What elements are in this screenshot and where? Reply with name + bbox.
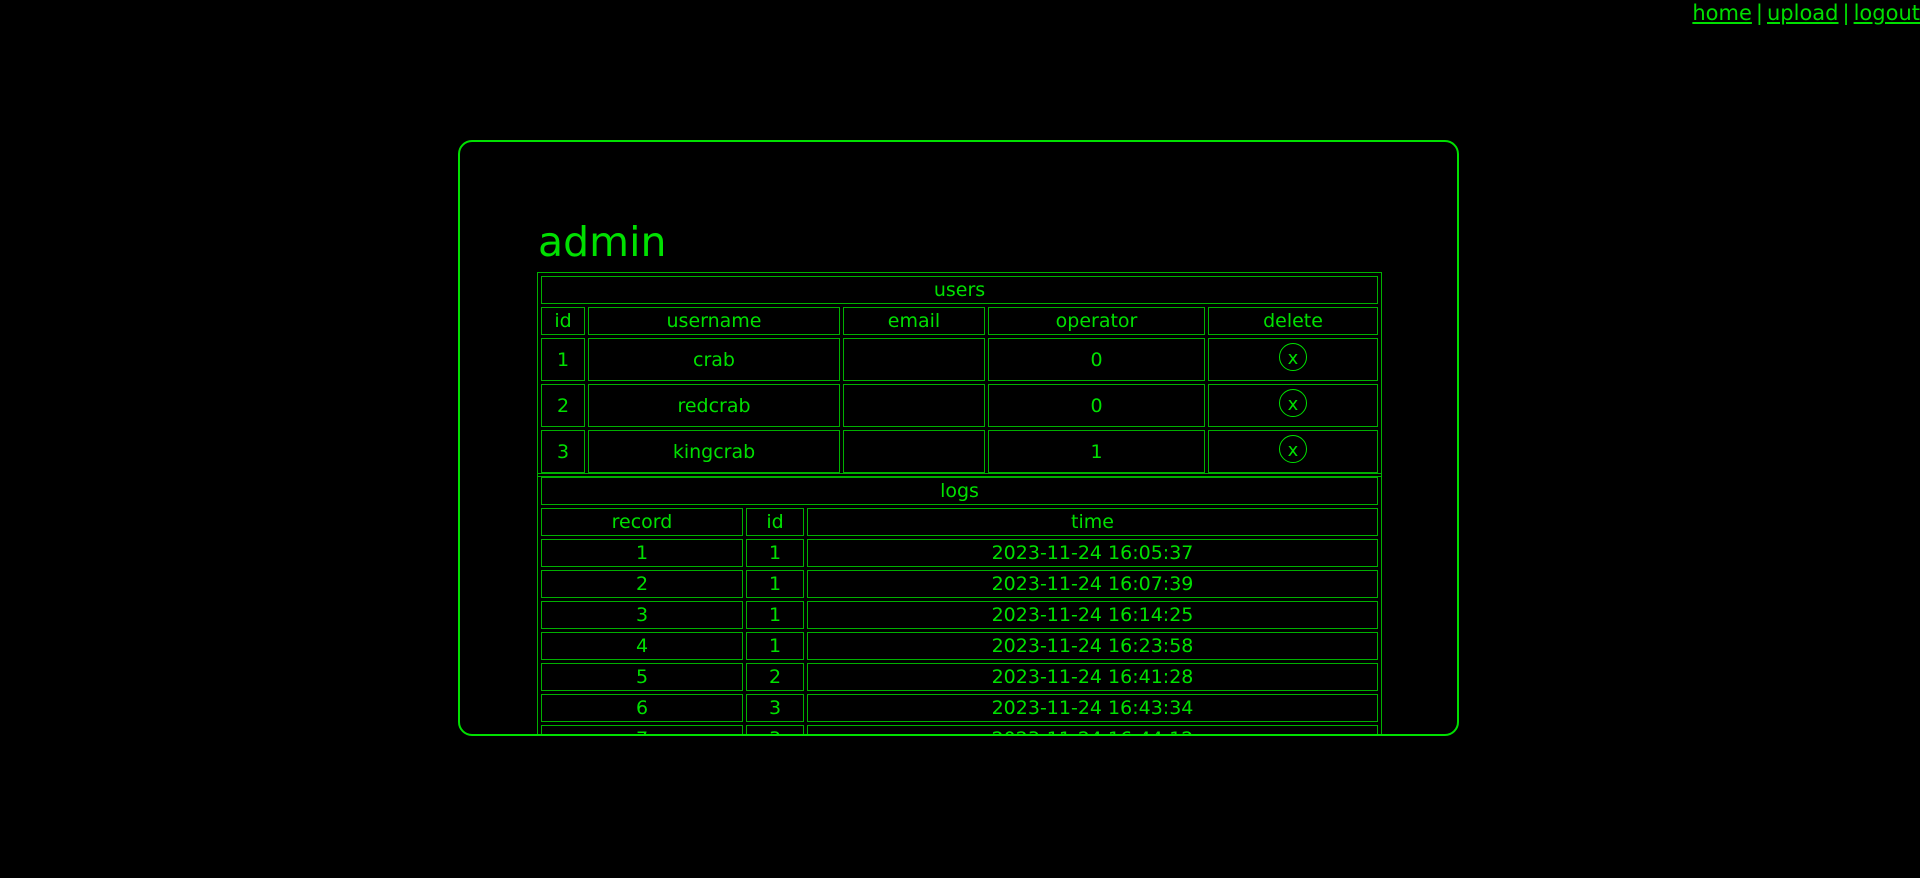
column-header-delete: delete <box>1208 307 1378 335</box>
users-table: users id username email operator delete … <box>537 272 1382 477</box>
logs-table: logs record id time 1 1 2023-11-24 16:05… <box>537 473 1382 734</box>
admin-panel[interactable]: admin users id username email operator d… <box>458 140 1459 736</box>
time-cell: 2023-11-24 16:05:37 <box>807 539 1378 567</box>
column-header-operator: operator <box>988 307 1205 335</box>
log-id-cell: 1 <box>746 601 804 629</box>
logout-link[interactable]: logout <box>1854 1 1920 25</box>
upload-link[interactable]: upload <box>1767 1 1839 25</box>
email-cell <box>843 384 985 427</box>
delete-cell: x <box>1208 430 1378 473</box>
record-cell: 7 <box>541 725 743 734</box>
user-id-cell: 2 <box>541 384 585 427</box>
table-row: 3 kingcrab 1 x <box>541 430 1378 473</box>
table-row: 2 redcrab 0 x <box>541 384 1378 427</box>
record-cell: 1 <box>541 539 743 567</box>
time-cell: 2023-11-24 16:23:58 <box>807 632 1378 660</box>
column-header-time: time <box>807 508 1378 536</box>
log-id-cell: 1 <box>746 539 804 567</box>
nav-separator: | <box>1842 1 1850 25</box>
logs-caption: logs <box>541 477 1378 505</box>
column-header-id: id <box>541 307 585 335</box>
column-header-record: record <box>541 508 743 536</box>
delete-user-button[interactable]: x <box>1279 434 1307 463</box>
record-cell: 3 <box>541 601 743 629</box>
home-link[interactable]: home <box>1692 1 1752 25</box>
log-row: 7 3 2023-11-24 16:44:12 <box>541 725 1378 734</box>
log-row: 2 1 2023-11-24 16:07:39 <box>541 570 1378 598</box>
delete-cell: x <box>1208 338 1378 381</box>
user-id-cell: 1 <box>541 338 585 381</box>
page-title: admin <box>538 218 667 266</box>
log-id-cell: 3 <box>746 725 804 734</box>
record-cell: 2 <box>541 570 743 598</box>
log-row: 6 3 2023-11-24 16:43:34 <box>541 694 1378 722</box>
username-cell: kingcrab <box>588 430 840 473</box>
record-cell: 5 <box>541 663 743 691</box>
log-id-cell: 1 <box>746 570 804 598</box>
nav-separator: | <box>1755 1 1763 25</box>
operator-cell: 1 <box>988 430 1205 473</box>
delete-cell: x <box>1208 384 1378 427</box>
users-caption: users <box>541 276 1378 304</box>
time-cell: 2023-11-24 16:44:12 <box>807 725 1378 734</box>
time-cell: 2023-11-24 16:14:25 <box>807 601 1378 629</box>
log-row: 5 2 2023-11-24 16:41:28 <box>541 663 1378 691</box>
log-row: 1 1 2023-11-24 16:05:37 <box>541 539 1378 567</box>
operator-cell: 0 <box>988 384 1205 427</box>
log-id-cell: 1 <box>746 632 804 660</box>
email-cell <box>843 338 985 381</box>
time-cell: 2023-11-24 16:07:39 <box>807 570 1378 598</box>
operator-cell: 0 <box>988 338 1205 381</box>
log-row: 3 1 2023-11-24 16:14:25 <box>541 601 1378 629</box>
email-cell <box>843 430 985 473</box>
log-id-cell: 3 <box>746 694 804 722</box>
top-nav: home | upload | logout <box>1692 0 1920 26</box>
column-header-email: email <box>843 307 985 335</box>
table-row: 1 crab 0 x <box>541 338 1378 381</box>
delete-user-button[interactable]: x <box>1279 388 1307 417</box>
username-cell: redcrab <box>588 384 840 427</box>
delete-user-button[interactable]: x <box>1279 342 1307 371</box>
column-header-username: username <box>588 307 840 335</box>
column-header-log-id: id <box>746 508 804 536</box>
log-id-cell: 2 <box>746 663 804 691</box>
user-id-cell: 3 <box>541 430 585 473</box>
record-cell: 6 <box>541 694 743 722</box>
log-row: 4 1 2023-11-24 16:23:58 <box>541 632 1378 660</box>
username-cell: crab <box>588 338 840 381</box>
time-cell: 2023-11-24 16:41:28 <box>807 663 1378 691</box>
time-cell: 2023-11-24 16:43:34 <box>807 694 1378 722</box>
record-cell: 4 <box>541 632 743 660</box>
